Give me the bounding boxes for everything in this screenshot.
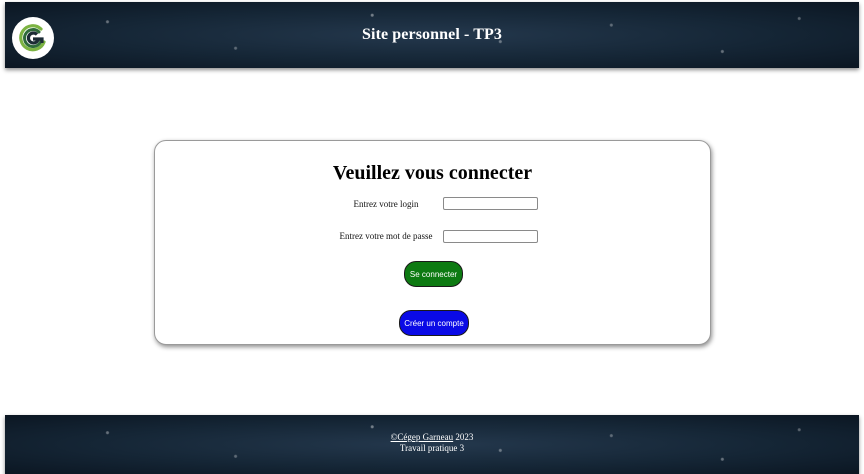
login-card: Veuillez vous connecter Entrez votre log… [154,140,711,345]
login-heading: Veuillez vous connecter [332,162,533,184]
cegep-garneau-link[interactable]: ©Cégep Garneau [391,432,454,442]
password-input[interactable] [443,230,538,243]
create-account-button[interactable]: Créer un compte [399,310,469,336]
footer-year: 2023 [455,432,474,442]
page: Site personnel - TP3 Veuillez vous conne… [0,0,864,474]
connect-button[interactable]: Se connecter [404,261,463,287]
footer-copyright-line: ©Cégep Garneau 2023 [5,432,859,443]
footer-subtitle: Travail pratique 3 [399,443,465,453]
site-footer: ©Cégep Garneau 2023 Travail pratique 3 [5,415,859,474]
password-label: Entrez votre mot de passe [339,231,433,241]
login-input[interactable] [443,197,538,210]
footer-text: ©Cégep Garneau 2023 Travail pratique 3 [5,432,859,454]
site-title: Site personnel - TP3 [362,26,502,43]
login-label: Entrez votre login [353,199,419,209]
site-header: Site personnel - TP3 [5,2,859,68]
